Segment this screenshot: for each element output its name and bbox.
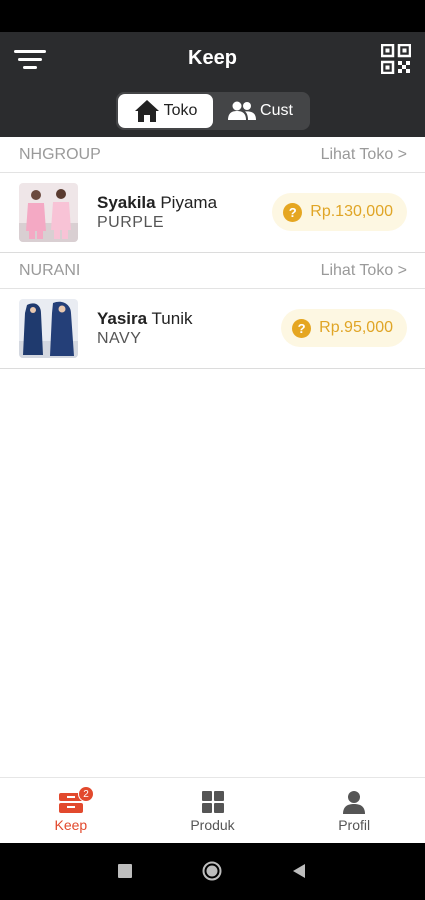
nav-keep[interactable]: 2 Keep xyxy=(0,778,142,843)
list-item[interactable]: Syakila Piyama PURPLE ? Rp.130,000 xyxy=(0,173,425,253)
keep-count-badge: 2 xyxy=(78,786,94,802)
users-icon xyxy=(228,101,257,120)
home-icon xyxy=(134,100,159,122)
question-icon: ? xyxy=(292,318,312,338)
see-store-link[interactable]: Lihat Toko > xyxy=(321,146,407,164)
product-name: Syakila Piyama xyxy=(97,192,218,212)
product-price: Rp.95,000 xyxy=(319,319,393,336)
store-name: NHGROUP xyxy=(19,145,101,163)
nav-profil-label: Profil xyxy=(338,817,371,833)
home-button-icon[interactable] xyxy=(202,861,222,881)
product-price: Rp.130,000 xyxy=(310,203,393,220)
product-info: Yasira Tunik NAVY xyxy=(97,309,192,349)
grid-icon xyxy=(201,791,224,813)
system-nav-bar xyxy=(0,843,425,900)
list-item[interactable]: Yasira Tunik NAVY ? Rp.95,000 xyxy=(0,289,425,369)
back-icon[interactable] xyxy=(292,863,306,879)
store-header: NURANI Lihat Toko > xyxy=(0,253,425,289)
product-info: Syakila Piyama PURPLE xyxy=(97,193,217,233)
see-store-link[interactable]: Lihat Toko > xyxy=(321,262,407,280)
nav-profil[interactable]: Profil xyxy=(283,778,425,843)
qr-code-icon[interactable] xyxy=(380,43,412,75)
person-icon xyxy=(343,791,366,814)
product-variant: NAVY xyxy=(97,329,142,347)
nav-produk-label: Produk xyxy=(190,817,235,833)
tab-toko-label: Toko xyxy=(163,102,198,119)
price-badge[interactable]: ? Rp.95,000 xyxy=(281,309,407,347)
nav-keep-label: Keep xyxy=(54,817,88,833)
page-title: Keep xyxy=(188,47,237,69)
tab-cust[interactable]: Cust xyxy=(213,94,308,128)
product-name: Yasira Tunik xyxy=(97,308,193,328)
nav-produk[interactable]: Produk xyxy=(142,778,284,843)
product-thumbnail xyxy=(19,299,78,358)
bottom-nav: 2 Keep Produk Profil xyxy=(0,777,425,843)
view-switcher: Toko Cust xyxy=(116,92,310,130)
app-header: Keep Toko Cust xyxy=(0,32,425,137)
store-header: NHGROUP Lihat Toko > xyxy=(0,137,425,173)
tab-toko[interactable]: Toko xyxy=(118,94,213,128)
product-thumbnail xyxy=(19,183,78,242)
question-icon: ? xyxy=(283,202,303,222)
product-variant: PURPLE xyxy=(97,213,165,231)
price-badge[interactable]: ? Rp.130,000 xyxy=(272,193,407,231)
tab-cust-label: Cust xyxy=(260,102,293,119)
store-name: NURANI xyxy=(19,261,81,279)
recents-icon[interactable] xyxy=(117,863,133,879)
status-bar xyxy=(0,0,425,32)
